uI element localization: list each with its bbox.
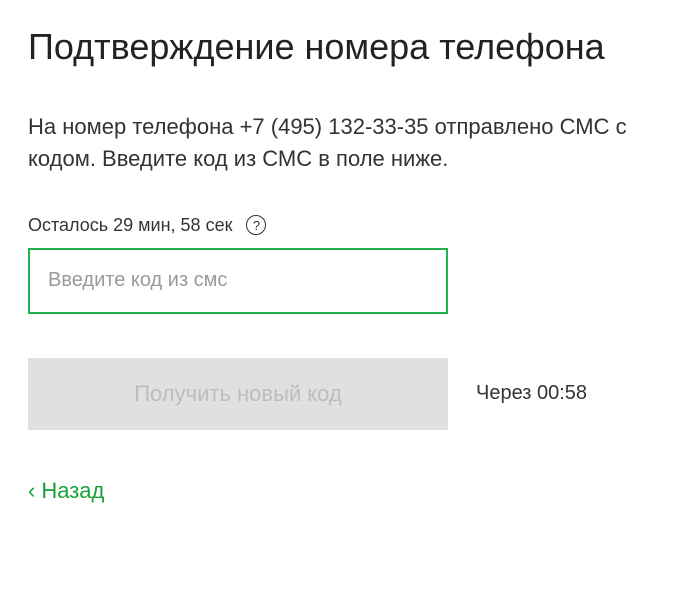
- resend-code-button[interactable]: Получить новый код: [28, 358, 448, 430]
- resend-cooldown-label: Через 00:58: [476, 382, 587, 405]
- page-title: Подтверждение номера телефона: [28, 24, 656, 69]
- chevron-left-icon: ‹: [28, 478, 35, 504]
- timer-label: Осталось 29 мин, 58 сек: [28, 215, 232, 236]
- resend-row: Получить новый код Через 00:58: [28, 358, 656, 430]
- back-label: Назад: [41, 478, 104, 504]
- back-link[interactable]: ‹ Назад: [28, 478, 104, 504]
- description-text: На номер телефона +7 (495) 132-33-35 отп…: [28, 111, 656, 175]
- sms-code-input[interactable]: [28, 248, 448, 314]
- timer-row: Осталось 29 мин, 58 сек ?: [28, 215, 656, 236]
- help-icon[interactable]: ?: [246, 215, 266, 235]
